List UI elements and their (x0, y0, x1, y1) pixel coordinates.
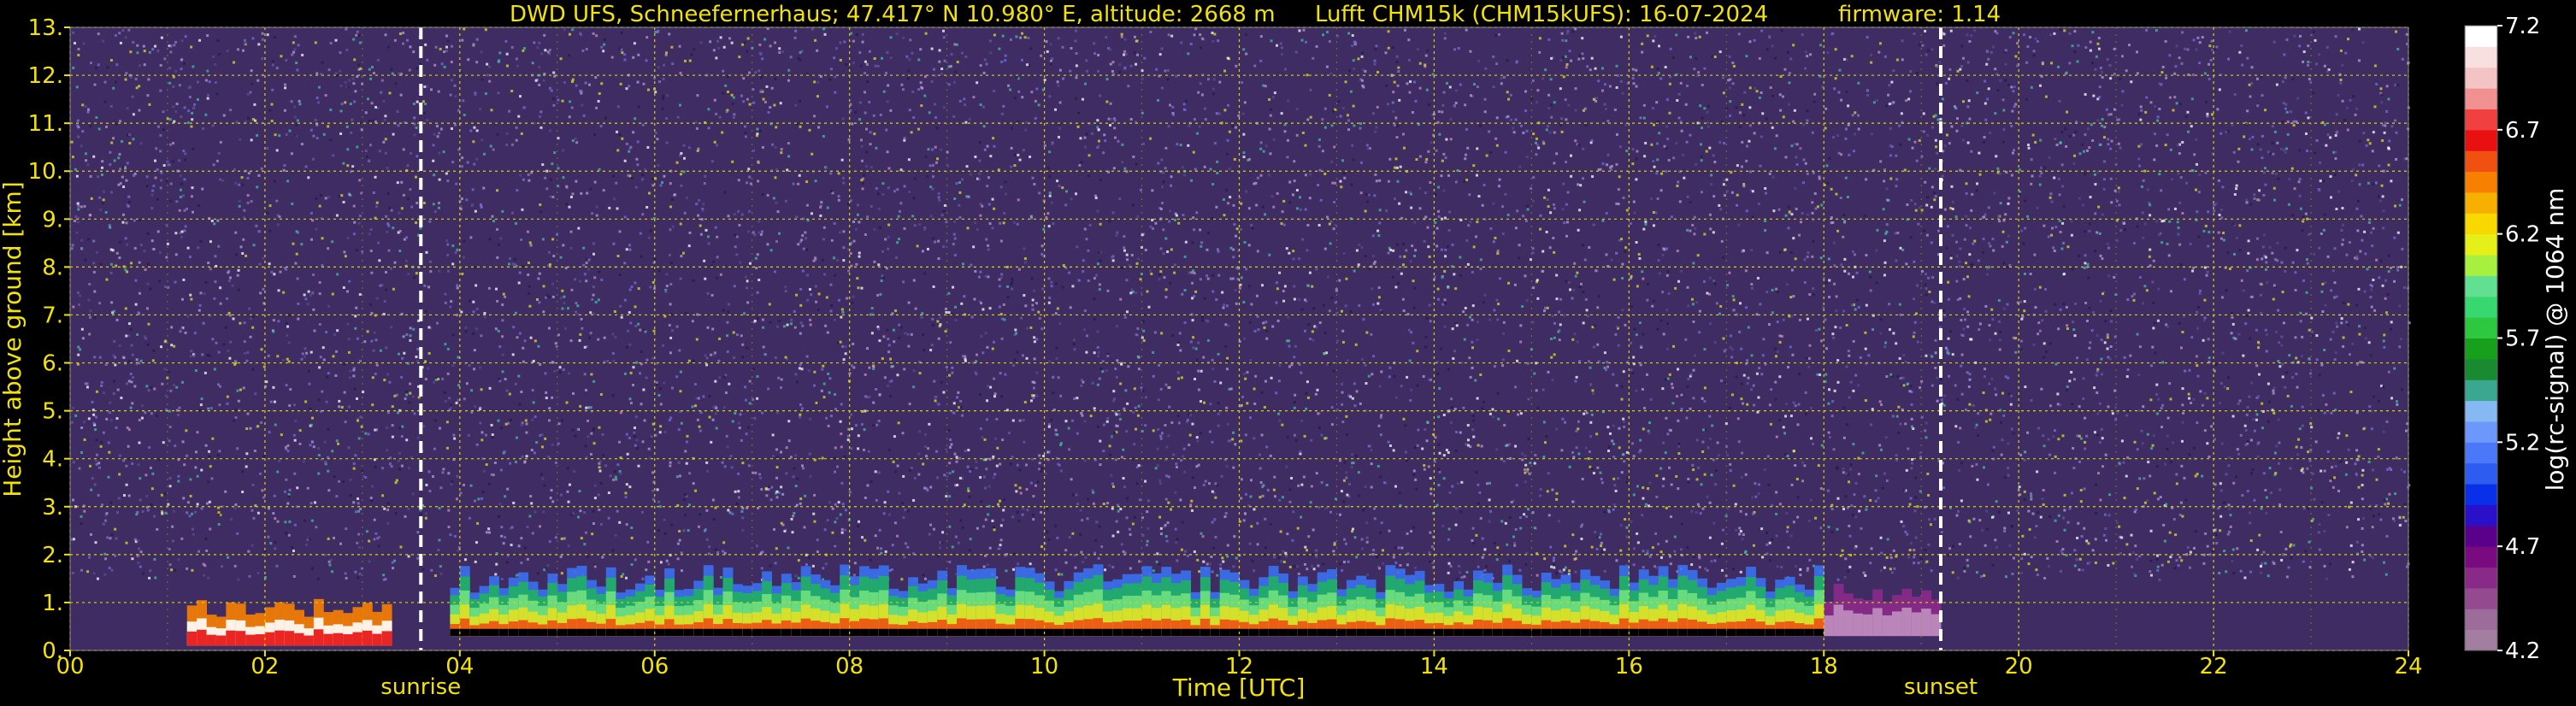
y-tick-label: 10. (28, 159, 63, 185)
colorbar-swatch (2465, 629, 2497, 651)
sunset-label: sunset (1904, 674, 1978, 700)
y-tick-label: 13. (28, 15, 63, 41)
colorbar-tick-label: 7.2 (2505, 14, 2540, 39)
colorbar: 4.2 4.7 5.2 5.7 6.2 6.7 7.2 (2464, 14, 2540, 664)
x-axis-label: Time [UTC] (1172, 674, 1306, 702)
x-tick-label: 22 (2200, 654, 2228, 680)
colorbar-swatch (2465, 484, 2497, 505)
colorbar-swatch (2465, 275, 2497, 297)
chart-title-instrument: Lufft CHM15k (CHM15kUFS): 16-07-2024 (1315, 2, 1768, 27)
y-tick-label: 1. (42, 591, 63, 616)
colorbar-swatch (2465, 379, 2497, 402)
colorbar-tick-label: 6.7 (2505, 118, 2540, 144)
colorbar-tick-label: 6.2 (2505, 222, 2540, 248)
colorbar-tick-label: 5.7 (2505, 327, 2540, 352)
y-axis-label: Height above ground [km] (0, 181, 27, 497)
x-tick-label: 06 (640, 654, 669, 680)
colorbar-swatch (2465, 150, 2497, 173)
colorbar-swatch (2465, 609, 2497, 631)
x-tick-label: 14 (1420, 654, 1448, 680)
colorbar-swatch (2465, 255, 2497, 276)
y-tick-label: 4. (42, 447, 63, 473)
y-tick-label: 0. (42, 638, 63, 664)
x-tick-label: 02 (251, 654, 279, 680)
chart-title-firmware: firmware: 1.14 (1838, 2, 2001, 27)
x-tick-label: 08 (835, 654, 864, 680)
x-tick-label: 10 (1030, 654, 1058, 680)
x-tick-label: 24 (2394, 654, 2422, 680)
colorbar-swatch (2465, 421, 2497, 443)
y-tick-label: 12. (28, 63, 63, 89)
colorbar-swatch (2465, 567, 2497, 589)
colorbar-swatch (2465, 296, 2497, 318)
colorbar-swatch (2465, 546, 2497, 568)
y-tick-label: 5. (42, 399, 63, 425)
x-tick-label: 20 (2005, 654, 2033, 680)
colorbar-swatch (2465, 587, 2497, 609)
colorbar-swatch (2465, 191, 2497, 214)
colorbar-swatch (2465, 171, 2497, 193)
colorbar-label: log(rc-signal) @ 1064 nm (2541, 188, 2569, 491)
colorbar-swatch (2465, 504, 2497, 527)
colorbar-tick-label: 4.7 (2505, 534, 2540, 560)
colorbar-swatch (2465, 442, 2497, 464)
x-tick-label: 16 (1615, 654, 1643, 680)
colorbar-swatch (2465, 233, 2497, 256)
y-tick-label: 7. (42, 303, 63, 328)
colorbar-swatch (2465, 46, 2497, 68)
colorbar-tick-label: 5.2 (2505, 430, 2540, 456)
y-tick-label: 3. (42, 495, 63, 521)
colorbar-swatch (2465, 67, 2497, 89)
colorbar-swatch (2465, 400, 2497, 422)
colorbar-swatch (2465, 88, 2497, 109)
colorbar-swatch (2465, 213, 2497, 235)
x-tick-label: 18 (1810, 654, 1838, 680)
y-tick-label: 8. (42, 255, 63, 280)
y-tick-label: 11. (28, 111, 63, 137)
chart-title: DWD UFS, Schneefernerhaus; 47.417° N 10.… (510, 2, 2001, 27)
y-tick-label: 6. (42, 351, 63, 377)
colorbar-swatch (2465, 129, 2497, 151)
chart-title-station: DWD UFS, Schneefernerhaus; 47.417° N 10.… (510, 2, 1276, 27)
colorbar-swatch (2465, 358, 2497, 380)
colorbar-swatch (2465, 525, 2497, 547)
colorbar-swatch (2465, 462, 2497, 485)
colorbar-swatch (2465, 317, 2497, 338)
y-tick-label: 9. (42, 207, 63, 232)
colorbar-swatch (2465, 338, 2497, 360)
colorbar-swatch (2465, 109, 2497, 131)
y-axis-ticks: 0. 1. 2. 3. 4. 5. 6. 7. 8. 9. 10. 11. 12. 13. (28, 15, 70, 664)
x-tick-label: 04 (445, 654, 474, 680)
y-tick-label: 2. (42, 543, 63, 568)
ceilometer-chart: DWD UFS, Schneefernerhaus; 47.417° N 10.… (0, 2, 2569, 702)
colorbar-swatch (2465, 26, 2497, 47)
colorbar-tick-label: 4.2 (2505, 638, 2540, 664)
